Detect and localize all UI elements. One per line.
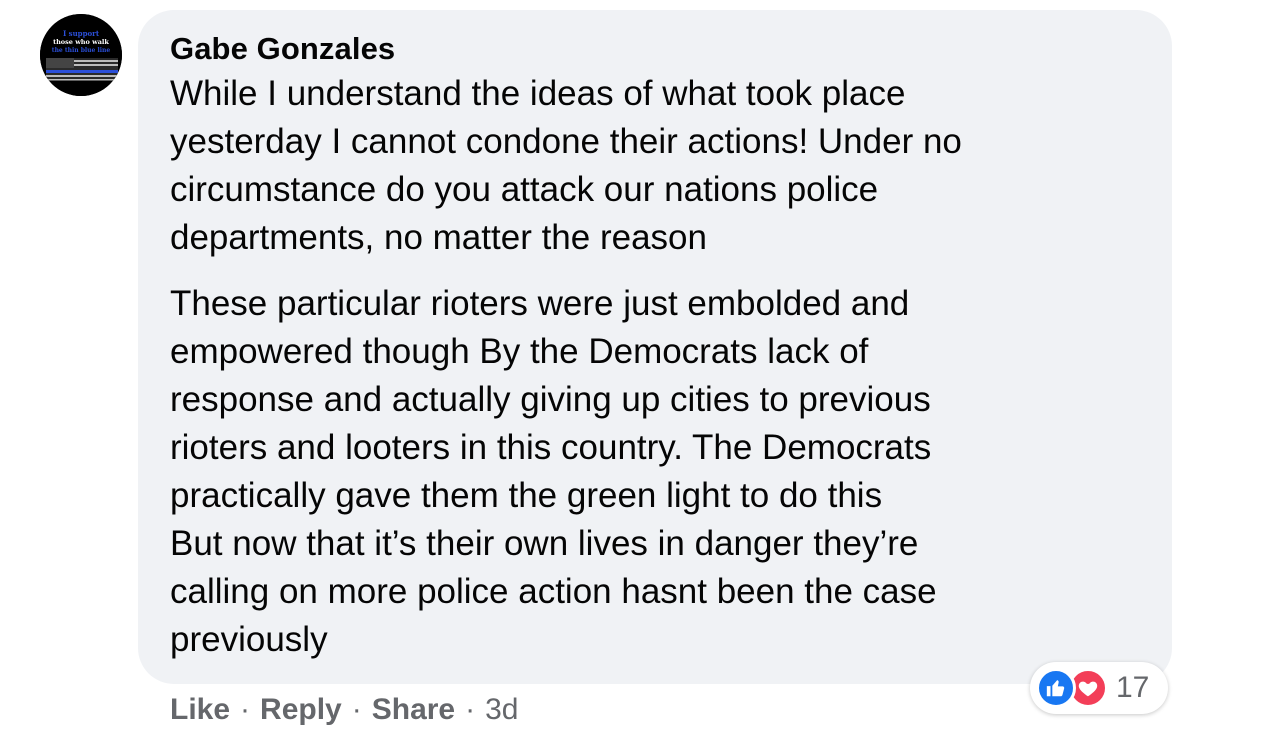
comment-line: While I understand the ideas of what too… [170,74,906,113]
comment-line: These particular rioters were just embol… [170,284,910,323]
reply-button[interactable]: Reply [260,693,342,727]
avatar[interactable]: I support those who walk the thin blue l… [40,14,122,96]
avatar-text-line-1: I support [63,29,100,38]
comment-line: departments, no matter the reason [170,218,707,257]
comment-paragraph-2: These particular rioters were just embol… [170,280,1140,664]
comment-line: calling on more police action hasnt been… [170,572,937,611]
separator: · [240,693,251,726]
reactions-summary[interactable]: 17 [1030,662,1168,714]
comment-author[interactable]: Gabe Gonzales [170,30,1140,68]
comment-line: response and actually giving up cities t… [170,380,931,419]
comment-line: previously [170,620,328,659]
comment-container: I support those who walk the thin blue l… [0,0,1262,740]
separator: · [465,693,476,726]
comment-line: But now that it’s their own lives in dan… [170,524,919,563]
like-icon [1036,668,1076,708]
like-button[interactable]: Like [170,693,230,727]
comment-actions: Like · Reply · Share · 3d [170,690,519,730]
comment-timestamp[interactable]: 3d [485,693,518,727]
avatar-text-line-3: the thin blue line [52,47,111,54]
avatar-text-line-2: those who walk [53,38,109,46]
comment-line: yesterday I cannot condone their actions… [170,122,962,161]
comment-paragraph-1: While I understand the ideas of what too… [170,70,1140,262]
separator: · [351,693,362,726]
comment-bubble: Gabe Gonzales While I understand the ide… [138,10,1172,684]
comment-line: rioters and looters in this country. The… [170,428,932,467]
comment-line: practically gave them the green light to… [170,476,883,515]
comment-line: empowered though By the Democrats lack o… [170,332,869,371]
reaction-count: 17 [1116,671,1150,704]
thin-blue-line-flag-icon: I support those who walk the thin blue l… [40,14,122,96]
share-button[interactable]: Share [372,693,455,727]
comment-line: circumstance do you attack our nations p… [170,170,879,209]
